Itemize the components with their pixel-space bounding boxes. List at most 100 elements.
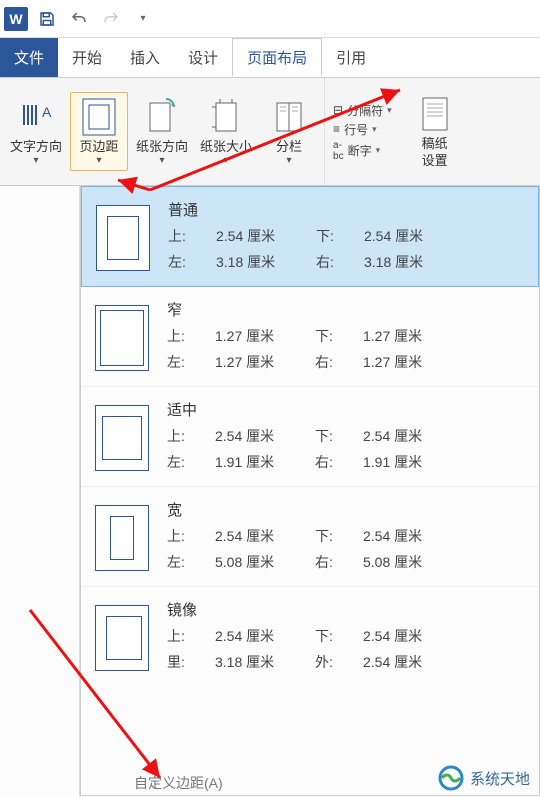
qat-customize-button[interactable]: ▾ [130,6,156,32]
margin-preset-wide[interactable]: 宽 上: 2.54 厘米 下: 2.54 厘米 左: 5.08 厘米 右: 5.… [81,487,539,587]
margins-label: 页边距 [80,139,119,156]
redo-button[interactable] [98,6,124,32]
margin-left-label: 左: [167,452,205,472]
margin-left-label: 左: [167,552,205,572]
margin-right-label: 右: [315,452,353,472]
hyphenation-label: 断字 [348,142,372,159]
orientation-icon [142,97,182,137]
margin-right-value: 3.18 厘米 [364,252,454,272]
margin-preset-content: 镜像 上: 2.54 厘米 下: 2.54 厘米 里: 3.18 厘米 外: 2… [167,599,525,672]
margin-preset-moderate[interactable]: 适中 上: 2.54 厘米 下: 2.54 厘米 左: 1.91 厘米 右: 1… [81,387,539,487]
margin-bottom-value: 2.54 厘米 [363,426,453,446]
tab-home[interactable]: 开始 [58,38,116,77]
margin-preset-content: 窄 上: 1.27 厘米 下: 1.27 厘米 左: 1.27 厘米 右: 1.… [167,299,525,372]
size-icon [206,97,246,137]
margin-preset-title: 窄 [167,299,525,320]
margin-top-value: 2.54 厘米 [215,426,305,446]
chevron-down-icon: ▾ [387,105,392,116]
margin-right-value: 5.08 厘米 [363,552,453,572]
columns-label: 分栏 [276,139,302,156]
size-button[interactable]: 纸张大小 ▾ [196,93,256,171]
margin-top-label: 上: [167,626,205,646]
margin-top-value: 2.54 厘米 [216,226,306,246]
margin-bottom-label: 下: [315,626,353,646]
margin-left-label: 里: [167,652,205,672]
chevron-down-icon: ▾ [33,155,38,166]
margin-preset-mirror[interactable]: 镜像 上: 2.54 厘米 下: 2.54 厘米 里: 3.18 厘米 外: 2… [81,587,539,686]
margin-preset-values: 上: 2.54 厘米 下: 2.54 厘米 左: 5.08 厘米 右: 5.08… [167,526,525,572]
orientation-label: 纸张方向 [136,139,188,156]
margins-button[interactable]: 页边距 ▾ [70,92,128,172]
ribbon-group-pagesetup: A 文字方向 ▾ 页边距 ▾ 纸张方向 ▾ 纸张大小 ▾ [0,78,325,185]
navigation-panel [0,186,80,796]
stationery-button[interactable]: 稿纸设置 [406,90,464,174]
margin-preset-icon [95,505,149,571]
margin-right-label: 右: [315,352,353,372]
size-label: 纸张大小 [200,139,252,156]
margin-left-label: 左: [168,252,206,272]
margin-left-value: 1.27 厘米 [215,352,305,372]
line-numbers-icon: ≡ [333,122,340,136]
line-numbers-button[interactable]: ≡ 行号 ▾ [333,121,392,138]
margin-bottom-value: 2.54 厘米 [363,626,453,646]
chevron-down-icon: ▾ [97,155,102,166]
margin-preset-values: 上: 1.27 厘米 下: 1.27 厘米 左: 1.27 厘米 右: 1.27… [167,326,525,372]
margin-left-value: 5.08 厘米 [215,552,305,572]
columns-icon [269,97,309,137]
margin-preset-icon [95,305,149,371]
margin-preset-title: 宽 [167,499,525,520]
margin-top-value: 2.54 厘米 [215,526,305,546]
stationery-icon [415,94,455,134]
margin-left-value: 3.18 厘米 [216,252,306,272]
margin-preset-narrow[interactable]: 窄 上: 1.27 厘米 下: 1.27 厘米 左: 1.27 厘米 右: 1.… [81,287,539,387]
margin-preset-title: 镜像 [167,599,525,620]
margin-top-label: 上: [167,526,205,546]
margins-dropdown: 普通 上: 2.54 厘米 下: 2.54 厘米 左: 3.18 厘米 右: 3… [80,186,540,796]
breaks-button[interactable]: ⊟ 分隔符 ▾ [333,102,392,119]
margin-top-label: 上: [167,326,205,346]
save-button[interactable] [34,6,60,32]
margin-preset-icon [96,205,150,271]
orientation-button[interactable]: 纸张方向 ▾ [132,93,192,171]
text-direction-button[interactable]: A 文字方向 ▾ [6,93,66,171]
margin-left-value: 1.91 厘米 [215,452,305,472]
margin-right-label: 右: [316,252,354,272]
chevron-down-icon: ▾ [160,155,165,166]
margin-bottom-value: 2.54 厘米 [363,526,453,546]
ribbon-tabs: 文件 开始 插入 设计 页面布局 引用 [0,38,540,78]
margin-preset-icon [95,605,149,671]
margin-preset-content: 适中 上: 2.54 厘米 下: 2.54 厘米 左: 1.91 厘米 右: 1… [167,399,525,472]
margin-right-value: 1.91 厘米 [363,452,453,472]
custom-margins-option[interactable]: 自定义边距(A) [134,773,223,793]
columns-button[interactable]: 分栏 ▾ [260,93,318,171]
svg-text:A: A [42,104,52,120]
margin-bottom-label: 下: [315,526,353,546]
tab-references[interactable]: 引用 [322,38,380,77]
margin-preset-normal[interactable]: 普通 上: 2.54 厘米 下: 2.54 厘米 左: 3.18 厘米 右: 3… [81,186,539,287]
margin-top-value: 2.54 厘米 [215,626,305,646]
margin-bottom-value: 2.54 厘米 [364,226,454,246]
hyphenation-button[interactable]: a-bc 断字 ▾ [333,140,392,162]
tab-page-layout[interactable]: 页面布局 [232,38,322,77]
undo-button[interactable] [66,6,92,32]
margin-preset-content: 普通 上: 2.54 厘米 下: 2.54 厘米 左: 3.18 厘米 右: 3… [168,199,524,272]
tab-file[interactable]: 文件 [0,38,58,77]
breaks-label: 分隔符 [347,102,383,119]
ribbon-group-paragraph: ⊟ 分隔符 ▾ ≡ 行号 ▾ a-bc 断字 ▾ [325,78,400,185]
chevron-down-icon: ▾ [287,155,292,166]
line-numbers-label: 行号 [344,121,368,138]
ribbon-group-stationery: 稿纸设置 [400,78,470,185]
chevron-down-icon: ▾ [376,145,381,156]
margin-left-value: 3.18 厘米 [215,652,305,672]
document-area: 普通 上: 2.54 厘米 下: 2.54 厘米 左: 3.18 厘米 右: 3… [0,186,540,796]
margin-top-label: 上: [167,426,205,446]
tab-insert[interactable]: 插入 [116,38,174,77]
tab-design[interactable]: 设计 [174,38,232,77]
margin-preset-title: 普通 [168,199,524,220]
stationery-label: 稿纸设置 [422,136,448,170]
margin-preset-values: 上: 2.54 厘米 下: 2.54 厘米 左: 3.18 厘米 右: 3.18… [168,226,524,272]
margin-bottom-value: 1.27 厘米 [363,326,453,346]
breaks-icon: ⊟ [333,103,343,117]
margin-preset-values: 上: 2.54 厘米 下: 2.54 厘米 里: 3.18 厘米 外: 2.54… [167,626,525,672]
margin-preset-icon [95,405,149,471]
